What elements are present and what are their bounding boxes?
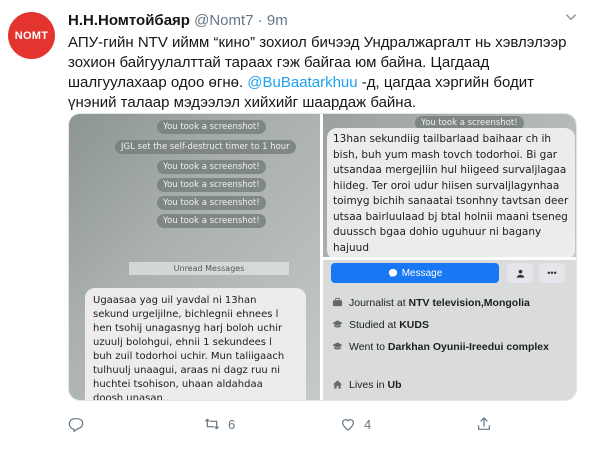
avatar-text: NOMT xyxy=(14,29,49,42)
lives-prefix: Lives in xyxy=(349,379,388,391)
work-place-link[interactable]: NTV television,Mongolia xyxy=(409,297,530,309)
like-button[interactable]: 4 xyxy=(340,416,371,432)
author-name[interactable]: Н.Н.Номтойбаяр xyxy=(68,12,190,29)
screenshot-notice: You took a screenshot! xyxy=(157,120,266,134)
screenshot-notice: You took a screenshot! xyxy=(157,196,266,210)
home-icon xyxy=(331,379,343,391)
messenger-icon xyxy=(388,268,397,278)
profile-lives: Lives in Ub xyxy=(331,378,402,392)
retweet-icon xyxy=(204,418,220,430)
screenshot-notice: You took a screenshot! xyxy=(157,214,266,228)
tweet-header: Н.Н.Номтойбаяр @Nomt7 · 9m xyxy=(68,12,288,30)
message-button[interactable]: Message xyxy=(331,263,499,283)
timer-notice: JGL set the self-destruct timer to 1 hou… xyxy=(115,140,296,154)
tweet-media[interactable]: You took a screenshot! JGL set the self-… xyxy=(68,113,577,401)
avatar[interactable]: NOMT xyxy=(8,12,55,59)
work-prefix: Journalist at xyxy=(349,297,409,309)
more-button[interactable]: ••• xyxy=(539,263,565,283)
message-bubble: 13han sekundiig tailbarlaad baihaar ch i… xyxy=(327,128,575,257)
user-icon xyxy=(516,269,524,278)
right-top-photo[interactable]: You took a screenshot! 13han sekundiig t… xyxy=(323,114,576,257)
study-prefix: Studied at xyxy=(349,319,400,331)
went-place-link[interactable]: Darkhan Oyunii-Ireedui complex xyxy=(388,341,549,353)
message-button-label: Message xyxy=(401,267,443,279)
ellipsis-icon: ••• xyxy=(547,268,557,278)
tweet-time[interactable]: 9m xyxy=(267,12,288,29)
left-photo[interactable]: You took a screenshot! JGL set the self-… xyxy=(69,114,320,400)
graduation-cap-icon xyxy=(331,341,343,353)
author-handle[interactable]: @Nomt7 xyxy=(194,12,253,29)
retweet-button[interactable]: 6 xyxy=(204,416,235,432)
screenshot-notice: You took a screenshot! xyxy=(157,178,266,192)
message-bubble: Ugaasaa yag uil yavdal ni 13han sekund u… xyxy=(85,288,306,400)
lives-place-link[interactable]: Ub xyxy=(388,379,402,391)
tweet-actions: 6 4 xyxy=(68,416,490,436)
right-bottom-photo[interactable]: Message ••• Journalist at NTV television… xyxy=(323,260,576,400)
reply-button[interactable] xyxy=(68,416,92,432)
profile-work: Journalist at NTV television,Mongolia xyxy=(331,296,530,310)
briefcase-icon xyxy=(331,297,343,309)
like-count: 4 xyxy=(364,416,372,432)
unread-messages-divider: Unread Messages xyxy=(129,262,289,275)
header-separator: · xyxy=(257,12,263,29)
chevron-down-icon[interactable] xyxy=(564,10,578,27)
share-button[interactable] xyxy=(476,416,500,432)
profile-actions: Message ••• xyxy=(323,260,576,288)
friend-button[interactable] xyxy=(507,263,533,283)
retweet-count: 6 xyxy=(228,416,236,432)
graduation-cap-icon xyxy=(331,319,343,331)
mention-link[interactable]: @BuBaatarkhuu xyxy=(247,74,357,91)
share-icon xyxy=(478,417,490,430)
tweet-text: АПУ-гийн NTV иймм “кино” зохиол бичээд У… xyxy=(68,33,583,113)
screenshot-notice: You took a screenshot! xyxy=(157,160,266,174)
profile-went: Went to Darkhan Oyunii-Ireedui complex xyxy=(331,340,561,354)
study-place-link[interactable]: KUDS xyxy=(399,319,429,331)
profile-study: Studied at KUDS xyxy=(331,318,429,332)
went-prefix: Went to xyxy=(349,341,388,353)
reply-icon xyxy=(68,418,84,432)
heart-icon xyxy=(342,419,354,431)
